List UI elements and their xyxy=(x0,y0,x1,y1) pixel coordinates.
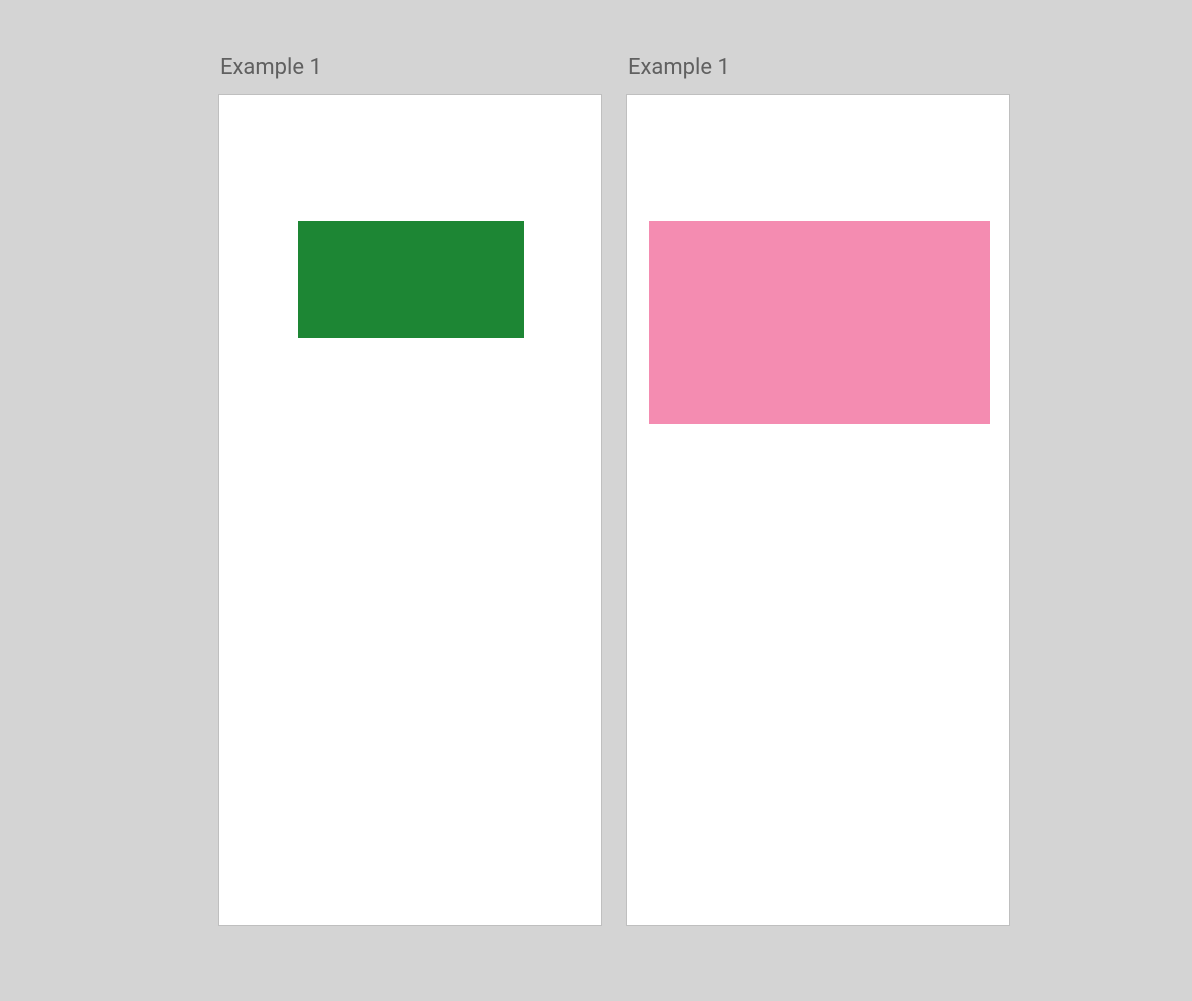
pink-rectangle xyxy=(649,221,990,424)
example-label-1: Example 1 xyxy=(218,55,602,80)
green-rectangle xyxy=(298,221,524,338)
examples-container: Example 1 Example 1 xyxy=(218,55,1192,926)
example-panel-1 xyxy=(218,94,602,926)
example-panel-2 xyxy=(626,94,1010,926)
example-label-2: Example 1 xyxy=(626,55,1010,80)
example-column-1: Example 1 xyxy=(218,55,602,926)
example-column-2: Example 1 xyxy=(626,55,1010,926)
